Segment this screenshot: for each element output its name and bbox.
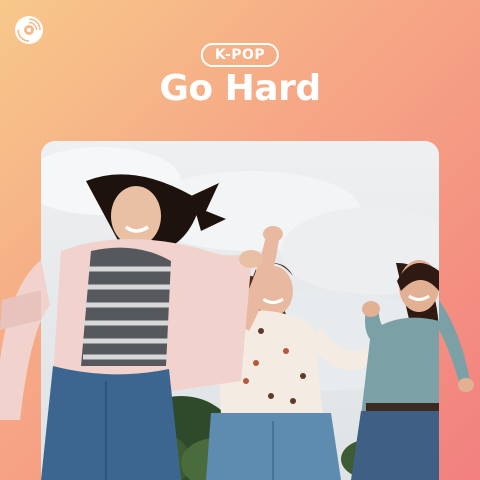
genre-tag: K-POP	[200, 43, 280, 67]
playlist-cover[interactable]: K-POP Go Hard	[0, 0, 480, 480]
vinyl-disc-icon	[15, 16, 43, 44]
playlist-title: Go Hard	[159, 68, 321, 109]
cover-photo	[41, 141, 439, 480]
